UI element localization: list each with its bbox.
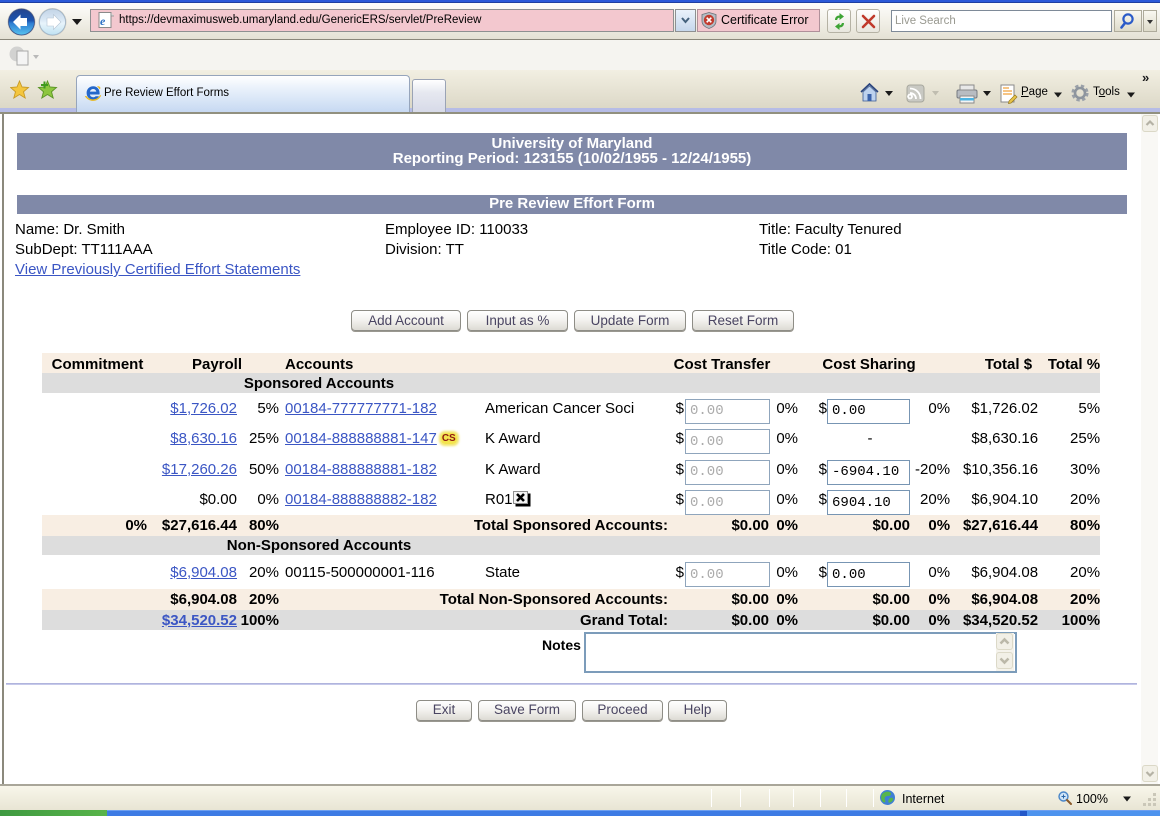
svg-text:e: e [100, 14, 106, 28]
